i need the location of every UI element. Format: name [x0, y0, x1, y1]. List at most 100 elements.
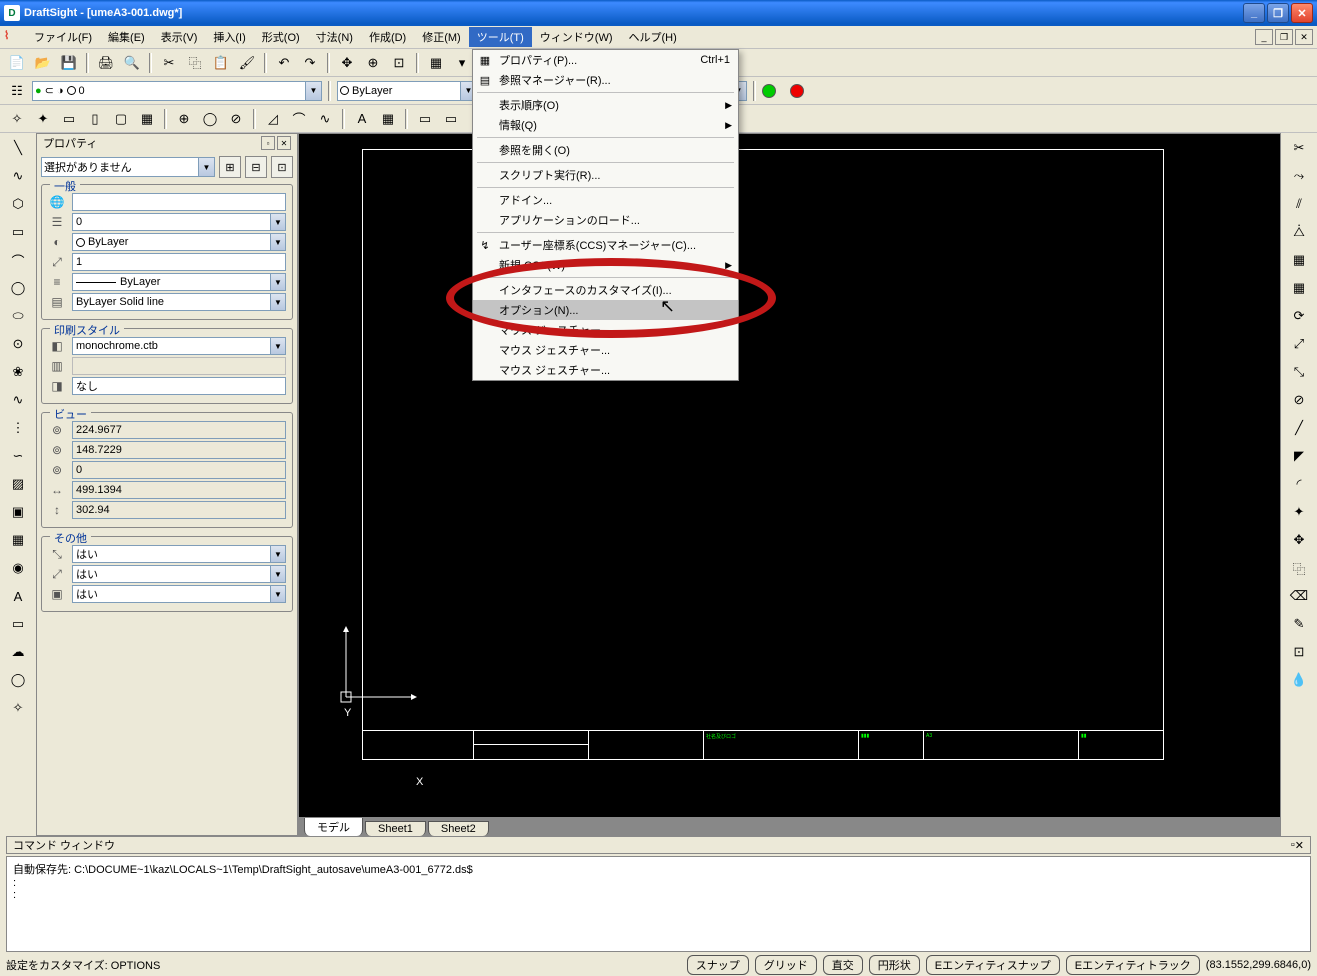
- cut-icon[interactable]: ✂: [158, 52, 180, 74]
- spline-icon[interactable]: ∿: [314, 108, 336, 130]
- menu-item-options[interactable]: オプション(N)...: [473, 300, 738, 320]
- polygon-icon[interactable]: ⬡: [7, 193, 29, 215]
- command-window[interactable]: 自動保存先: C:\DOCUME~1\kaz\LOCALS~1\Temp\Dra…: [6, 856, 1311, 952]
- menu-item-properties[interactable]: ▦プロパティ(P)...Ctrl+1: [473, 50, 738, 70]
- insert-icon[interactable]: ▦: [7, 529, 29, 551]
- chevron-down-icon[interactable]: ▼: [270, 338, 285, 354]
- edit-icon[interactable]: ✎: [1288, 613, 1310, 635]
- menu-view[interactable]: 表示(V): [153, 27, 206, 47]
- status-etrack-button[interactable]: Eエンティティトラック: [1066, 955, 1200, 975]
- menu-file[interactable]: ファイル(F): [26, 27, 100, 47]
- menu-item-script[interactable]: スクリプト実行(R)...: [473, 165, 738, 185]
- block-icon[interactable]: ▣: [7, 501, 29, 523]
- ellipse2-icon[interactable]: ⬭: [7, 305, 29, 327]
- menu-item-disporder[interactable]: 表示順序(O)▶: [473, 95, 738, 115]
- fillet-icon[interactable]: ◜: [1288, 473, 1310, 495]
- chevron-down-icon[interactable]: ▼: [270, 274, 285, 290]
- corner-icon[interactable]: ◿: [262, 108, 284, 130]
- edit2-icon[interactable]: ⊡: [1288, 641, 1310, 663]
- menu-item-info[interactable]: 情報(Q)▶: [473, 115, 738, 135]
- menu-draw[interactable]: 作成(D): [361, 27, 414, 47]
- preview-icon[interactable]: 🔍: [121, 52, 143, 74]
- menu-item-appload[interactable]: アプリケーションのロード...: [473, 210, 738, 230]
- rect-icon[interactable]: ▭: [58, 108, 80, 130]
- copy3-icon[interactable]: ⿻: [1288, 557, 1310, 579]
- text2-icon[interactable]: A: [7, 585, 29, 607]
- prop-scale[interactable]: 1: [72, 253, 286, 271]
- layer-combo[interactable]: ●⊂◑ 0 ▼: [32, 81, 322, 101]
- mdi-minimize-button[interactable]: _: [1255, 29, 1273, 45]
- paste-icon[interactable]: 📋: [210, 52, 232, 74]
- menu-tools[interactable]: ツール(T): [469, 27, 532, 47]
- rectangle-icon[interactable]: ▭: [7, 221, 29, 243]
- explode-icon[interactable]: ✧: [6, 108, 28, 130]
- copy2-icon[interactable]: ▭: [440, 108, 462, 130]
- chevron-down-icon[interactable]: ▼: [270, 214, 285, 230]
- menu-item-mouse2[interactable]: マウス ジェスチャー...: [473, 340, 738, 360]
- prop-plot[interactable]: なし: [72, 377, 286, 395]
- tab-sheet1[interactable]: Sheet1: [365, 821, 426, 836]
- line-icon[interactable]: ╲: [7, 137, 29, 159]
- mdi-close-button[interactable]: ✕: [1295, 29, 1313, 45]
- cmd-close-button[interactable]: ✕: [1295, 839, 1304, 852]
- prop-other2[interactable]: はい▼: [72, 565, 286, 583]
- panel-float-button[interactable]: ▫: [261, 136, 275, 150]
- join-icon[interactable]: ╱: [1288, 417, 1310, 439]
- trim-icon[interactable]: ✂: [1288, 137, 1310, 159]
- prop-other3[interactable]: はい▼: [72, 585, 286, 603]
- pattern-icon[interactable]: ▦: [136, 108, 158, 130]
- region-icon[interactable]: ◉: [7, 557, 29, 579]
- mirror-icon[interactable]: ⧊: [1288, 221, 1310, 243]
- chevron-down-icon[interactable]: ▼: [198, 158, 214, 176]
- menu-item-customize[interactable]: インタフェースのカスタマイズ(I)...: [473, 280, 738, 300]
- brush-icon[interactable]: 🖌: [236, 52, 258, 74]
- arc-icon[interactable]: ⌒: [288, 108, 310, 130]
- tab-model[interactable]: モデル: [304, 817, 363, 836]
- chevron-down-icon[interactable]: ▼: [270, 234, 285, 250]
- circle-icon[interactable]: ⊕: [173, 108, 195, 130]
- arc2-icon[interactable]: ⌒: [7, 249, 29, 271]
- hatch-icon[interactable]: ▨: [7, 473, 29, 495]
- chevron-down-icon[interactable]: ▼: [270, 546, 285, 562]
- mtext-icon[interactable]: ▭: [7, 613, 29, 635]
- minimize-button[interactable]: _: [1243, 3, 1265, 23]
- ellipse-icon[interactable]: ⊙: [7, 333, 29, 355]
- menu-item-ccsmgr[interactable]: ↯ユーザー座標系(CCS)マネージャー(C)...: [473, 235, 738, 255]
- menu-edit[interactable]: 編集(E): [100, 27, 153, 47]
- chevron-down-icon[interactable]: ▼: [270, 566, 285, 582]
- offset-icon[interactable]: ⫽: [1288, 193, 1310, 215]
- ring-icon[interactable]: ◯: [7, 669, 29, 691]
- break-icon[interactable]: ⊘: [1288, 389, 1310, 411]
- array-icon[interactable]: ▦: [1288, 249, 1310, 271]
- prop-ctb[interactable]: monochrome.ctb▼: [72, 337, 286, 355]
- chevron-down-icon[interactable]: ▼: [270, 294, 285, 310]
- save-icon[interactable]: 💾: [58, 52, 80, 74]
- cloud-icon[interactable]: ☁: [7, 641, 29, 663]
- drawing-canvas[interactable]: 社名及びロゴ ▮▮▮ A3 ▮▮ YX: [298, 133, 1281, 818]
- copy-icon[interactable]: ⿻: [184, 52, 206, 74]
- status-esnap-button[interactable]: Eエンティティスナップ: [926, 955, 1060, 975]
- open-icon[interactable]: 📂: [32, 52, 54, 74]
- status-grid-button[interactable]: グリッド: [755, 955, 817, 975]
- print-icon[interactable]: 🖨: [95, 52, 117, 74]
- menu-window[interactable]: ウィンドウ(W): [532, 27, 621, 47]
- new-icon[interactable]: 📄: [6, 52, 28, 74]
- zoom-extents-icon[interactable]: ⊕: [362, 52, 384, 74]
- menu-item-newccs[interactable]: 新規 CCS(W)▶: [473, 255, 738, 275]
- chevron-down-icon[interactable]: ▼: [270, 586, 285, 602]
- circle3-icon[interactable]: ◯: [7, 277, 29, 299]
- scale2-icon[interactable]: ⤢: [1288, 333, 1310, 355]
- menu-item-openref[interactable]: 参照を開く(O): [473, 140, 738, 160]
- curve-icon[interactable]: ∽: [7, 445, 29, 467]
- status-polar-button[interactable]: 円形状: [869, 955, 920, 975]
- close-button[interactable]: ✕: [1291, 3, 1313, 23]
- menu-help[interactable]: ヘルプ(H): [621, 27, 685, 47]
- select-all-button[interactable]: ⊡: [271, 156, 293, 178]
- panel-close-button[interactable]: ✕: [277, 136, 291, 150]
- prop-ltype[interactable]: ———— ByLayerByLayer▼: [72, 273, 286, 291]
- prop-color[interactable]: ByLayer▼: [72, 233, 286, 251]
- menu-item-addin[interactable]: アドイン...: [473, 190, 738, 210]
- zoom-window-icon[interactable]: ⊡: [388, 52, 410, 74]
- menu-format[interactable]: 形式(O): [254, 27, 308, 47]
- revision-icon[interactable]: ❀: [7, 361, 29, 383]
